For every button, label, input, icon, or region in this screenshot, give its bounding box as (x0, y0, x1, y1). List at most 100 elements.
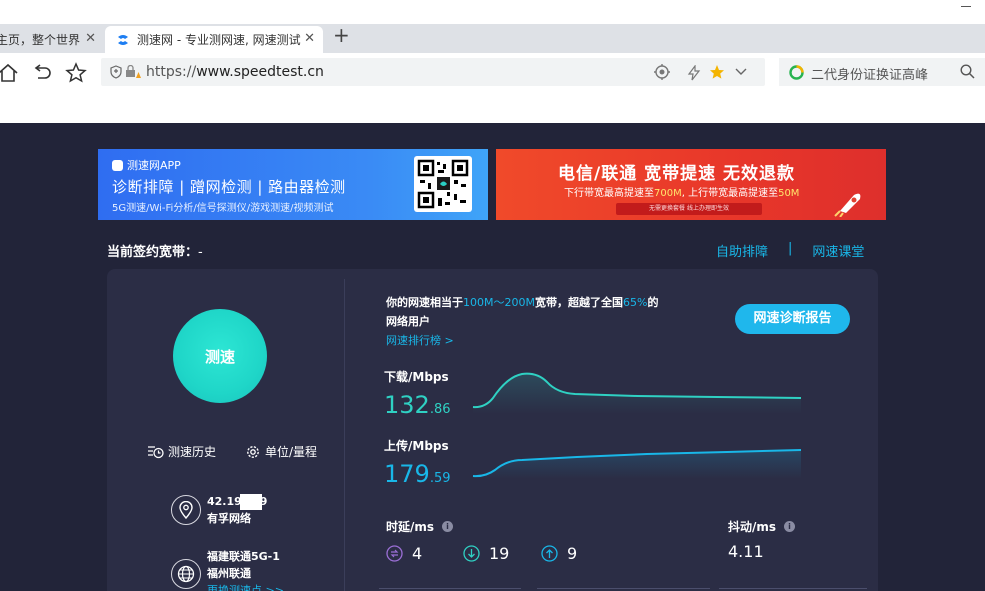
minimize-button[interactable] (961, 6, 971, 7)
promo-sub-mid: , 上行带宽最高提速至 (681, 188, 779, 199)
upload-dec: .59 (429, 471, 451, 486)
arrow-up-icon (541, 545, 558, 562)
close-icon[interactable]: ✕ (85, 31, 96, 46)
app-logo-icon (112, 159, 123, 171)
chevron-down-icon[interactable] (735, 67, 747, 77)
download-speed-graph (472, 372, 802, 414)
browser-toolbar: https://www.speedtest.cn 二代身份证换证高峰 (0, 53, 985, 93)
bandwidth-value: - (198, 245, 203, 260)
server-info: 福建联通5G-1 福州联通 更换测速点 >> (171, 548, 284, 591)
history-button[interactable]: 测速历史 (147, 443, 216, 460)
download-label: 下载/Mbps (384, 370, 449, 384)
ping-value: 4 (412, 544, 423, 563)
ip-suffix: 9 (259, 495, 268, 508)
bottom-divider (379, 588, 521, 589)
upload-speed-graph (472, 449, 802, 479)
client-isp: 有孚网络 (207, 512, 251, 525)
ip-prefix: 42.19 (207, 495, 242, 508)
result-range: 100M～200M (463, 296, 535, 309)
client-ip: 42.19 9 (207, 493, 267, 510)
lightning-icon[interactable] (687, 65, 701, 81)
home-icon[interactable] (0, 62, 19, 84)
result-line-2: 网络用户 (386, 315, 430, 328)
app-subline: 5G测速/Wi-Fi分析/信号探测仪/游戏测速/视频测试 (112, 203, 334, 214)
ping-icon (386, 545, 403, 562)
shield-icon[interactable] (109, 65, 123, 79)
favorite-star-icon[interactable] (709, 64, 725, 80)
download-value: 132.86 (384, 391, 451, 419)
result-prefix: 你的网速相当于 (386, 296, 463, 309)
new-tab-button[interactable]: + (333, 23, 350, 47)
units-label: 单位/量程 (265, 445, 318, 459)
download-int: 132 (384, 391, 430, 419)
upload-latency-value: 9 (567, 544, 578, 563)
client-info: 42.19 9 有孚网络 (171, 493, 267, 527)
warning-lock-icon[interactable] (125, 65, 141, 79)
download-latency-value: 19 (489, 544, 510, 563)
self-troubleshoot-link[interactable]: 自助排障 (716, 241, 768, 260)
arrow-down-icon (463, 545, 480, 562)
change-server-link[interactable]: 更换测速点 >> (207, 582, 284, 591)
promo-sub-down: 700M (654, 188, 682, 199)
result-summary: 你的网速相当于100M～200M宽带，超越了全国65%的 网络用户 网速排行榜 … (386, 293, 658, 350)
location-icon[interactable] (653, 63, 671, 81)
globe-icon (171, 558, 201, 589)
server-name: 福建联通5G-1 (207, 550, 280, 563)
contract-bandwidth: 当前签约宽带：- (107, 241, 203, 260)
app-headline: 诊断排障 | 蹭网检测 | 路由器检测 (112, 178, 346, 196)
result-mid: 宽带，超越了全国 (534, 296, 623, 309)
upload-int: 179 (384, 460, 430, 488)
ip-redaction (239, 494, 262, 510)
star-icon[interactable] (65, 62, 87, 84)
app-name: 测速网APP (112, 157, 181, 173)
promo-pill: 无需更换套餐 线上办理即生效 (616, 203, 762, 215)
jitter-label-text: 抖动/ms (728, 520, 777, 534)
upload-latency-stat: 9 (541, 544, 577, 563)
info-icon[interactable]: i (442, 521, 454, 532)
speedtest-page: 测速网APP 诊断排障 | 蹭网检测 | 路由器检测 5G测速/Wi-Fi分析/… (0, 123, 985, 591)
promo-banner[interactable]: 电信/联通 宽带提速 无效退款 下行带宽最高提速至700M, 上行带宽最高提速至… (496, 149, 886, 220)
server-city: 福州联通 (207, 567, 251, 580)
download-latency-stat: 19 (463, 544, 509, 563)
promo-sub-prefix: 下行带宽最高提速至 (564, 188, 654, 199)
qr-code-icon (414, 156, 472, 212)
start-test-button[interactable]: 测速 (173, 309, 267, 403)
url-host: www.speedtest.cn (196, 64, 324, 80)
promo-subline: 下行带宽最高提速至700M, 上行带宽最高提速至50M (564, 184, 799, 199)
url-scheme: https:// (146, 64, 197, 80)
speed-classroom-link[interactable]: 网速课堂 (812, 241, 864, 260)
result-line-1: 你的网速相当于100M～200M宽带，超越了全国65%的 (386, 293, 658, 312)
search-engine-logo-icon (789, 65, 804, 80)
download-dec: .86 (429, 402, 451, 417)
gear-icon (247, 445, 259, 458)
tab-bar: 主页，整个世界 ✕ 测速网 - 专业测网速, 网速测试 ✕ + (0, 23, 985, 53)
diagnosis-report-button[interactable]: 网速诊断报告 (735, 304, 850, 334)
close-icon[interactable]: ✕ (304, 31, 315, 46)
tab-title: 主页，整个世界 (0, 33, 81, 47)
ping-stat: 4 (386, 544, 422, 563)
history-icon (148, 446, 164, 459)
bottom-divider (719, 588, 867, 589)
speedtest-logo-icon (118, 34, 128, 45)
upload-label: 上传/Mbps (384, 439, 449, 453)
address-bar[interactable]: https://www.speedtest.cn (101, 58, 765, 86)
search-box[interactable]: 二代身份证换证高峰 (779, 58, 985, 86)
app-banner[interactable]: 测速网APP 诊断排障 | 蹭网检测 | 路由器检测 5G测速/Wi-Fi分析/… (98, 149, 488, 220)
top-links: 自助排障 | 网速课堂 (716, 241, 864, 260)
app-name-text: 测速网APP (127, 159, 181, 172)
rank-link[interactable]: 网速排行榜 > (386, 331, 658, 350)
search-icon[interactable] (960, 64, 975, 79)
tab-title: 测速网 - 专业测网速, 网速测试 (137, 33, 301, 47)
panel-divider (344, 279, 345, 591)
info-icon[interactable]: i (784, 521, 796, 532)
back-icon[interactable] (31, 62, 53, 84)
tab-home[interactable]: 主页，整个世界 ✕ (0, 26, 104, 53)
speedtest-card: 测速 测速历史 单位/量程 42.19 9 有孚网络 福建联通5G-1 福州联通… (107, 269, 878, 591)
history-label: 测速历史 (168, 445, 217, 459)
search-input[interactable]: 二代身份证换证高峰 (811, 64, 928, 83)
tab-speedtest[interactable]: 测速网 - 专业测网速, 网速测试 ✕ (105, 26, 323, 53)
link-separator: | (788, 241, 793, 256)
rocket-icon (834, 193, 861, 217)
window-titlebar (0, 0, 985, 24)
units-button[interactable]: 单位/量程 (245, 443, 317, 460)
